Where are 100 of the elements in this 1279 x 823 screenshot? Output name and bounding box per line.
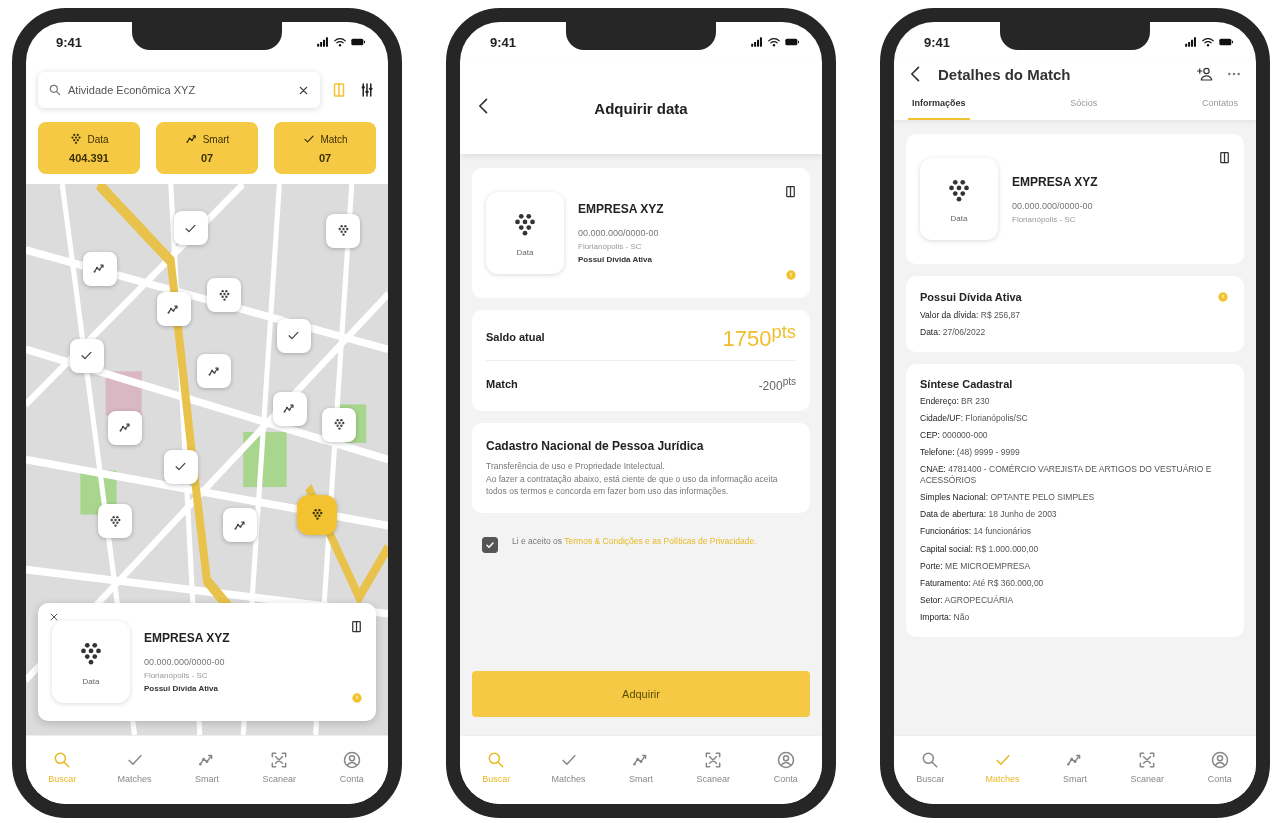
tab-bar-item[interactable]: Conta <box>323 750 380 784</box>
trend-icon <box>184 132 199 146</box>
tab-bar-item[interactable]: Conta <box>1191 750 1248 784</box>
map-pin[interactable] <box>197 354 232 389</box>
field-line: Capital social: R$ 1.000.000,00 <box>920 543 1040 555</box>
tab-bar-item[interactable]: Conta <box>757 750 814 784</box>
status-time: 9:41 <box>924 34 951 50</box>
balance-label: Saldo atual <box>486 331 545 343</box>
company-location: Florianópolis - SC <box>144 671 209 680</box>
info-title: Cadastro Nacional de Pessoa Jurídica <box>486 439 705 453</box>
wifi-icon <box>1201 35 1215 49</box>
map-pin[interactable] <box>108 410 143 445</box>
company-name: EMPRESA XYZ <box>144 631 231 645</box>
account-icon <box>1209 750 1230 770</box>
tab-bar-item[interactable]: Smart <box>612 750 669 784</box>
company-location: Florianópolis - SC <box>578 242 643 251</box>
company-logo: Data <box>52 621 130 703</box>
signal-icon <box>750 35 764 49</box>
stat-value: 07 <box>200 152 214 164</box>
company-status: Possui Dívida Ativa <box>144 684 219 693</box>
field-line: Setor: AGROPECUÁRIA <box>920 594 1015 606</box>
signal-icon <box>1184 35 1198 49</box>
status-time: 9:41 <box>56 34 83 50</box>
stat-label: Match <box>320 133 348 145</box>
book-icon[interactable] <box>783 184 798 199</box>
tab-bar-item[interactable]: Smart <box>178 750 235 784</box>
debt-title: Possui Dívida Ativa <box>920 291 1022 303</box>
screen-title: Detalhes do Match <box>938 65 1072 83</box>
company-logo: Data <box>920 158 998 240</box>
stat-label: Data <box>87 133 109 145</box>
field-line: Funcionários: 14 funcionários <box>920 526 1033 538</box>
map-pin[interactable] <box>98 504 133 539</box>
field-line: Valor da dívida: R$ 256,87 <box>920 310 1022 322</box>
company-card[interactable]: Data EMPRESA XYZ 00.000.000/0000-00 Florianópolis - SC Possui Dívida Ativa <box>38 603 376 721</box>
add-person-icon[interactable] <box>1196 65 1214 83</box>
close-icon[interactable] <box>48 611 60 623</box>
field-line: CNAE: 4781400 - COMÉRCIO VAREJISTA DE ARTIGOS DO VESTUÁRIO E ACESSÓRIOS <box>920 464 1213 487</box>
tab-bar-item[interactable]: Scanear <box>1119 750 1176 784</box>
field-line: Data: 27/06/2022 <box>920 327 987 339</box>
balance-label: Match <box>486 378 518 390</box>
terms-text: Li e aceito os Termos & Condições e as Políticas de Privacidade. <box>512 535 757 549</box>
status-time: 9:41 <box>490 34 517 50</box>
dots-icon <box>332 417 347 433</box>
field-line: Porte: ME MICROEMPRESA <box>920 560 1032 572</box>
field-line: CEP: 000000-000 <box>920 430 989 442</box>
tab[interactable]: Contatos <box>1197 92 1242 120</box>
company-status: Possui Dívida Ativa <box>578 255 653 264</box>
tab-bar-item[interactable]: Scanear <box>685 750 742 784</box>
tab-bar-item[interactable]: Smart <box>1046 750 1103 784</box>
info-text: Transferência de uso e Propriedade Intelectual. <box>486 461 666 473</box>
company-location: Florianópolis - SC <box>1012 214 1077 224</box>
wifi-icon <box>767 35 781 49</box>
stat-card[interactable]: Smart 07 <box>156 122 258 174</box>
tab[interactable]: Sócios <box>1066 92 1102 120</box>
info-text: Ao fazer a contratação abaixo, está ciente de que o uso da informação aceita todos os termos e concorda em fazer bom uso das informações. <box>486 474 779 498</box>
signal-icon <box>316 35 330 49</box>
tab-bar-item[interactable]: Matches <box>540 750 597 784</box>
balance-value: -200$^{pts}$ <box>758 375 796 393</box>
map-pin[interactable] <box>156 292 191 327</box>
book-icon[interactable] <box>1217 150 1232 165</box>
company-logo: Data <box>486 192 564 274</box>
map-pin[interactable] <box>322 407 357 442</box>
field-line: Endereço: BR 230 <box>920 396 991 408</box>
tab-bar-item[interactable]: Buscar <box>902 750 959 784</box>
map-pin[interactable] <box>297 494 338 535</box>
field-line: Cidade/UF: Florianópolis/SC <box>920 413 1029 425</box>
alert-dot-icon <box>1216 290 1230 304</box>
account-icon <box>341 750 362 770</box>
map-pin[interactable] <box>223 508 258 543</box>
alert-dot-icon <box>349 691 364 705</box>
screen-title: Adquirir data <box>594 99 688 117</box>
search-field[interactable]: Atividade Econômica XYZ <box>38 72 320 108</box>
search-icon <box>48 83 62 97</box>
alert-dot-icon <box>783 268 798 282</box>
stat-card[interactable]: Data 404.391 <box>38 122 140 174</box>
field-line: Simples Nacional: OPTANTE PELO SIMPLES <box>920 492 1096 504</box>
stat-value: 07 <box>318 152 332 164</box>
stat-value: 404.391 <box>69 152 109 164</box>
company-cnpj: 00.000.000/0000-00 <box>1012 200 1094 211</box>
company-name: EMPRESA XYZ <box>578 202 665 216</box>
company-cnpj: 00.000.000/0000-00 <box>144 657 226 667</box>
wifi-icon <box>333 35 347 49</box>
map-pin[interactable] <box>207 278 241 313</box>
book-icon[interactable] <box>349 619 364 634</box>
field-line: Importa: Não <box>920 611 971 623</box>
account-icon <box>775 750 796 770</box>
summary-title: Síntese Cadastral <box>920 378 1014 391</box>
dots-icon <box>69 132 84 146</box>
field-line: Faturamento: Até R$ 360.000,00 <box>920 577 1045 589</box>
company-cnpj: 00.000.000/0000-00 <box>578 228 660 238</box>
stat-label: Smart <box>202 133 230 145</box>
stat-card[interactable]: Match 07 <box>274 122 376 174</box>
balance-value: 1750$^{pts}$ <box>722 321 796 353</box>
tab-bar-item[interactable]: Scanear <box>251 750 308 784</box>
tab-bar-item[interactable]: Matches <box>106 750 163 784</box>
field-line: Data de abertura: 18 Junho de 2003 <box>920 509 1058 521</box>
terms-checkbox[interactable] <box>482 537 498 554</box>
map-pin[interactable] <box>326 213 361 248</box>
field-line: Telefone: (48) 9999 - 9999 <box>920 447 1021 459</box>
purchase-button[interactable]: Adquirir <box>472 671 810 717</box>
